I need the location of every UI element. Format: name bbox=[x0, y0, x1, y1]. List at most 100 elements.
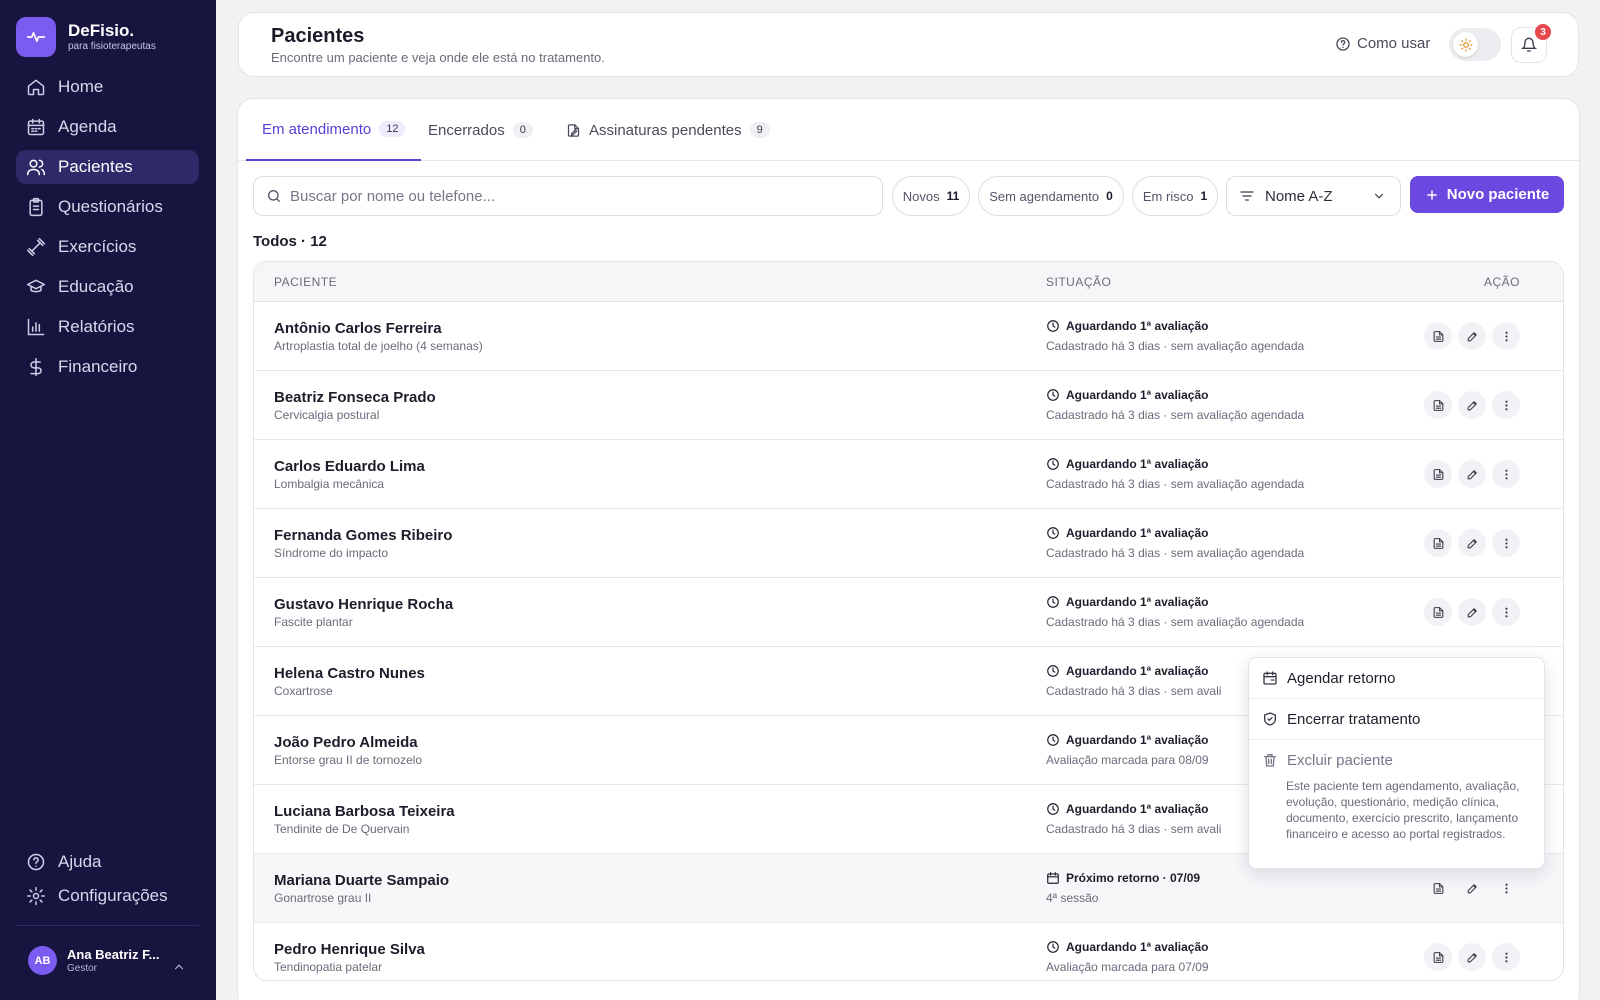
patient-diagnosis: Síndrome do impacto bbox=[274, 546, 389, 560]
filter-lines-icon bbox=[1240, 191, 1254, 201]
new-patient-button[interactable]: Novo paciente bbox=[1410, 176, 1564, 213]
clock-icon bbox=[1046, 664, 1060, 678]
trash-icon bbox=[1264, 754, 1276, 767]
patient-name[interactable]: Gustavo Henrique Rocha bbox=[274, 596, 453, 613]
user-profile[interactable]: AB Ana Beatriz F... Gestor bbox=[28, 946, 159, 975]
more-vertical-icon bbox=[1500, 606, 1513, 619]
table-row[interactable]: Fernanda Gomes Ribeiro Síndrome do impact… bbox=[254, 509, 1563, 578]
menu-label: Encerrar tratamento bbox=[1287, 710, 1421, 728]
document-button[interactable] bbox=[1424, 529, 1452, 557]
nav-item-financeiro[interactable]: Financeiro bbox=[16, 350, 199, 384]
more-button[interactable] bbox=[1492, 598, 1520, 626]
patient-name[interactable]: Luciana Barbosa Teixeira bbox=[274, 803, 455, 820]
document-icon bbox=[1432, 537, 1445, 550]
table-row[interactable]: Gustavo Henrique Rocha Fascite plantar Agu… bbox=[254, 578, 1563, 647]
document-button[interactable] bbox=[1424, 943, 1452, 971]
row-actions bbox=[1424, 391, 1520, 419]
more-vertical-icon bbox=[1500, 468, 1513, 481]
user-role: Gestor bbox=[67, 962, 98, 974]
edit-button[interactable] bbox=[1458, 460, 1486, 488]
table-row[interactable]: Beatriz Fonseca Prado Cervicalgia postura… bbox=[254, 371, 1563, 440]
document-button[interactable] bbox=[1424, 391, 1452, 419]
nav-item-agenda[interactable]: Agenda bbox=[16, 110, 199, 144]
filter-label: Novos bbox=[902, 188, 940, 204]
nav-item-home[interactable]: Home bbox=[16, 70, 199, 104]
nav-label: Agenda bbox=[58, 117, 117, 136]
patient-name[interactable]: Mariana Duarte Sampaio bbox=[274, 872, 449, 889]
more-button[interactable] bbox=[1492, 529, 1520, 557]
menu-item-delete[interactable]: Excluir paciente bbox=[1249, 740, 1544, 780]
clipboard-icon bbox=[29, 197, 43, 217]
sidebar-divider bbox=[16, 925, 199, 926]
search-icon bbox=[268, 190, 280, 202]
brand[interactable]: DeFisio. para fisioterapeutas bbox=[16, 17, 156, 57]
more-button[interactable] bbox=[1492, 460, 1520, 488]
more-button[interactable] bbox=[1492, 874, 1520, 902]
menu-item-schedule[interactable]: Agendar retorno bbox=[1249, 658, 1544, 698]
document-icon bbox=[1432, 606, 1445, 619]
table-row[interactable]: Pedro Henrique Silva Tendinopatia patelar… bbox=[254, 923, 1563, 980]
clock-icon bbox=[1046, 526, 1060, 540]
patient-name[interactable]: Helena Castro Nunes bbox=[274, 665, 425, 682]
patient-name[interactable]: Beatriz Fonseca Prado bbox=[274, 389, 436, 406]
status-detail: Cadastrado há 3 dias · sem avaliação age… bbox=[1046, 615, 1305, 629]
clock-icon bbox=[1046, 457, 1060, 471]
nav-label: Ajuda bbox=[58, 852, 102, 871]
patient-name[interactable]: Carlos Eduardo Lima bbox=[274, 458, 425, 475]
patient-name[interactable]: Fernanda Gomes Ribeiro bbox=[274, 527, 452, 544]
nav-item-pacientes[interactable]: Pacientes bbox=[16, 150, 199, 184]
tab-em-atendimento[interactable]: Em atendimento 12 bbox=[246, 99, 422, 161]
edit-button[interactable] bbox=[1458, 598, 1486, 626]
edit-button[interactable] bbox=[1458, 391, 1486, 419]
status-text: Aguardando 1ª avaliação bbox=[1066, 457, 1209, 471]
secondary-nav: Ajuda Configurações bbox=[16, 845, 199, 913]
dollar-icon bbox=[30, 357, 42, 377]
search-box[interactable] bbox=[253, 176, 883, 216]
nav-item-configuracoes[interactable]: Configurações bbox=[16, 879, 199, 913]
more-button[interactable] bbox=[1492, 391, 1520, 419]
edit-button[interactable] bbox=[1458, 529, 1486, 557]
row-actions bbox=[1424, 943, 1520, 971]
more-button[interactable] bbox=[1492, 943, 1520, 971]
sort-select[interactable]: Nome A-Z bbox=[1226, 176, 1401, 216]
pencil-icon bbox=[1466, 330, 1479, 343]
filter-label: Sem agendamento bbox=[989, 188, 1100, 204]
edit-button[interactable] bbox=[1458, 943, 1486, 971]
filter-novos[interactable]: Novos 11 bbox=[892, 176, 970, 216]
document-button[interactable] bbox=[1424, 598, 1452, 626]
nav-item-questionarios[interactable]: Questionários bbox=[16, 190, 199, 224]
tab-assinaturas-pendentes[interactable]: Assinaturas pendentes 9 bbox=[550, 99, 786, 161]
nav-item-relatorios[interactable]: Relatórios bbox=[16, 310, 199, 344]
filter-em-risco[interactable]: Em risco 1 bbox=[1132, 176, 1218, 216]
nav-item-exercicios[interactable]: Exercícios bbox=[16, 230, 199, 264]
document-icon bbox=[1432, 951, 1445, 964]
table-row[interactable]: Antônio Carlos Ferreira Artroplastia tota… bbox=[254, 302, 1563, 371]
more-button[interactable] bbox=[1492, 322, 1520, 350]
status-text: Aguardando 1ª avaliação bbox=[1066, 388, 1209, 402]
search-input[interactable] bbox=[290, 187, 850, 205]
document-button[interactable] bbox=[1424, 460, 1452, 488]
table-row[interactable]: Carlos Eduardo Lima Lombalgia mecânica Agu… bbox=[254, 440, 1563, 509]
chevron-up-icon[interactable] bbox=[172, 960, 186, 974]
document-button[interactable] bbox=[1424, 322, 1452, 350]
status-text: Aguardando 1ª avaliação bbox=[1066, 940, 1209, 954]
document-icon bbox=[1432, 882, 1445, 895]
patient-diagnosis: Cervicalgia postural bbox=[274, 408, 380, 422]
patient-name[interactable]: João Pedro Almeida bbox=[274, 734, 418, 751]
nav-item-educacao[interactable]: Educação bbox=[16, 270, 199, 304]
patient-name[interactable]: Pedro Henrique Silva bbox=[274, 941, 425, 958]
how-to-button[interactable]: Como usar bbox=[1335, 35, 1430, 52]
document-button[interactable] bbox=[1424, 874, 1452, 902]
menu-item-close-treatment[interactable]: Encerrar tratamento bbox=[1249, 699, 1544, 739]
menu-label: Agendar retorno bbox=[1287, 669, 1396, 687]
theme-toggle[interactable] bbox=[1449, 28, 1501, 61]
pencil-icon bbox=[1466, 468, 1479, 481]
patient-diagnosis: Gonartrose grau II bbox=[274, 891, 372, 905]
edit-button[interactable] bbox=[1458, 874, 1486, 902]
status-text: Aguardando 1ª avaliação bbox=[1066, 526, 1209, 540]
edit-button[interactable] bbox=[1458, 322, 1486, 350]
filter-sem-agendamento[interactable]: Sem agendamento 0 bbox=[978, 176, 1124, 216]
patient-name[interactable]: Antônio Carlos Ferreira bbox=[274, 320, 442, 337]
nav-item-ajuda[interactable]: Ajuda bbox=[16, 845, 199, 879]
tab-encerrados[interactable]: Encerrados 0 bbox=[412, 99, 549, 161]
